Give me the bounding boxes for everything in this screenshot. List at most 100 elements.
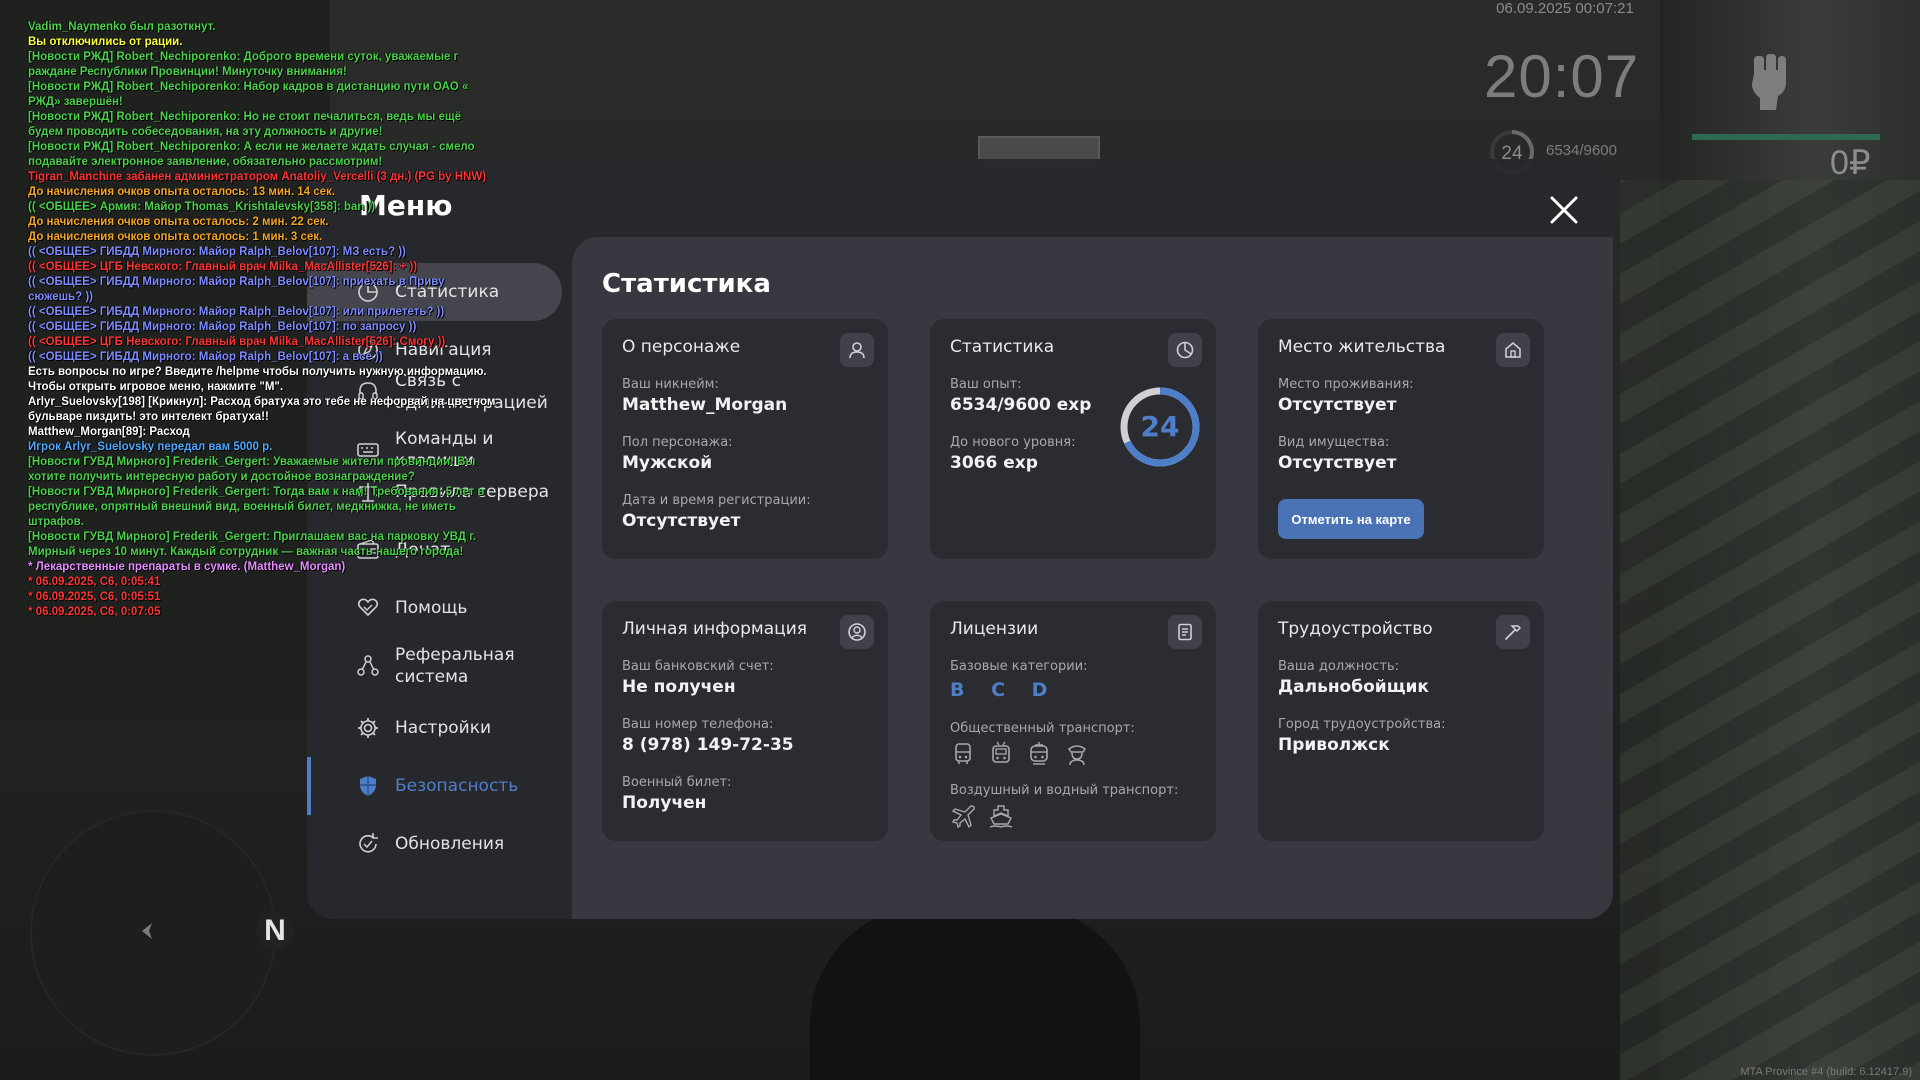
hud-clock: 20:07 [1484, 43, 1640, 110]
air-water-transport-label: Воздушный и водный транспорт: [950, 783, 1179, 798]
nav-label: Реферальная система [395, 645, 515, 687]
property-value: Отсутствует [1278, 453, 1397, 473]
build-info: MTA Province #4 (build: 6.12417.9) [1740, 1066, 1912, 1078]
chat-line: * 06.09.2025, С6, 0:05:51 [28, 591, 161, 603]
chat-line: [Новости РЖД] Robert_Nechiporenko: А есл… [28, 141, 475, 168]
chat-line: (( <ОБЩЕЕ> ЦГБ Невского: Главный врач Mi… [28, 336, 446, 348]
card-statistics: Статистика Ваш опыт: 6534/9600 exp До но… [930, 319, 1216, 559]
chat-line: [Новости РЖД] Robert_Nechiporenko: Набор… [28, 81, 469, 108]
mark-on-map-button[interactable]: Отметить на карте [1278, 499, 1424, 539]
property-label: Вид имущества: [1278, 435, 1390, 450]
chat-line: [Новости ГУВД Мирного] Frederik_Gergert:… [28, 531, 477, 558]
chat-line: Arlyr_Suelovsky[198] [Крикнул]: Расход б… [28, 396, 496, 423]
chat-line: До начисления очков опыта осталось: 1 ми… [28, 231, 323, 243]
taxi-driver-icon [1067, 745, 1087, 766]
nickname-label: Ваш никнейм: [622, 377, 719, 392]
military-label: Военный билет: [622, 775, 732, 790]
exp-label: Ваш опыт: [950, 377, 1022, 392]
card-title: Место жительства [1278, 337, 1446, 357]
hud-money: 0₽ [1830, 144, 1871, 182]
next-level-label: До нового уровня: [950, 435, 1076, 450]
reg-label: Дата и время регистрации: [622, 493, 811, 508]
chat-line: (( <ОБЩЕЕ> ГИБДД Мирного: Майор Ralph_Be… [28, 246, 406, 258]
phone-value: 8 (978) 149-72-35 [622, 735, 794, 755]
gender-value: Мужской [622, 453, 713, 473]
reg-value: Отсутствует [622, 511, 741, 531]
gender-label: Пол персонажа: [622, 435, 733, 450]
hud-health-bar [1692, 134, 1880, 140]
card-title: О персонаже [622, 337, 741, 357]
nav-label: Безопасность [395, 776, 519, 796]
public-transport-icons [950, 741, 1090, 767]
military-value: Получен [622, 793, 707, 813]
chat-log: Vadim_Naymenko был разоткнут. Вы отключил… [28, 20, 498, 620]
user-icon [840, 333, 874, 367]
hud-datetime: 06.09.2025 00:07:21 [1496, 0, 1634, 17]
air-water-transport-icons [950, 803, 1014, 829]
level-number: 24 [1140, 410, 1180, 443]
user-circle-icon [840, 615, 874, 649]
chat-line: * 06.09.2025, С6, 0:07:05 [28, 606, 161, 618]
nav-item[interactable]: Обновления [307, 815, 562, 873]
city-value: Приволжск [1278, 735, 1390, 755]
chat-line: До начисления очков опыта осталось: 13 м… [28, 186, 335, 198]
chat-line: * 06.09.2025, С6, 0:05:41 [28, 576, 161, 588]
close-icon[interactable] [1547, 193, 1581, 227]
next-level-value: 3066 exp [950, 453, 1038, 473]
bank-value: Не получен [622, 677, 736, 697]
nav-item[interactable]: Безопасность [307, 757, 562, 815]
chat-line: [Новости РЖД] Robert_Nechiporenko: Но не… [28, 111, 461, 138]
chat-line: Matthew_Morgan[89]: Расход [28, 426, 190, 438]
nav-item[interactable]: Реферальная система [307, 637, 562, 695]
shield-icon [360, 776, 376, 796]
nav-label: Обновления [395, 834, 505, 854]
position-value: Дальнобойщик [1278, 677, 1429, 697]
position-label: Ваша должность: [1278, 659, 1400, 674]
card-title: Статистика [950, 337, 1055, 357]
card-personal: Личная информация Ваш банковский счет: Н… [602, 601, 888, 841]
chat-line: Чтобы открыть игровое меню, нажмите "M". [28, 381, 284, 393]
place-value: Отсутствует [1278, 395, 1397, 415]
nav-item[interactable]: Настройки [307, 699, 562, 757]
exp-value: 6534/9600 exp [950, 395, 1092, 415]
trolleybus-icon [992, 741, 1010, 763]
chat-line: (( <ОБЩЕЕ> ЦГБ Невского: Главный врач Mi… [28, 261, 418, 273]
tram-icon [1030, 742, 1048, 765]
nickname-value: Matthew_Morgan [622, 395, 788, 415]
refresh-icon [359, 833, 378, 853]
nav-label: Настройки [395, 718, 492, 738]
chat-line: [Новости РЖД] Robert_Nechiporenko: Добро… [28, 51, 459, 78]
chat-line: * Лекарственные препараты в сумке. (Matt… [28, 561, 346, 573]
chat-line: Tigran_Manchine забанен администратором … [28, 171, 487, 183]
referral-icon [357, 655, 379, 676]
pie-chart-icon [1168, 333, 1202, 367]
chat-line: Есть вопросы по игре? Введите /helpme чт… [28, 366, 487, 378]
phone-label: Ваш номер телефона: [622, 717, 774, 732]
base-categories-label: Базовые категории: [950, 659, 1088, 674]
chat-line: (( <ОБЩЕЕ> ГИБДД Мирного: Майор Ralph_Be… [28, 276, 445, 303]
chat-line: Vadim_Naymenko был разоткнут. [28, 21, 216, 33]
game-menu: Меню Статистика Навигация Связь с админист… [307, 159, 1613, 919]
chat-line: (( <ОБЩЕЕ> ГИБДД Мирного: Майор Ralph_Be… [28, 351, 383, 363]
chat-line: До начисления очков опыта осталось: 2 ми… [28, 216, 329, 228]
world-striped-floor [1620, 180, 1920, 1080]
card-title: Личная информация [622, 619, 808, 639]
world-character-shadow [810, 905, 1140, 1080]
card-title: Лицензии [950, 619, 1039, 639]
document-icon [1168, 615, 1202, 649]
bank-label: Ваш банковский счет: [622, 659, 774, 674]
card-licenses: Лицензии Базовые категории: B C D Общест… [930, 601, 1216, 841]
chat-line: [Новости ГУВД Мирного] Frederik_Gergert:… [28, 456, 476, 483]
hud-exp: 6534/9600 [1546, 142, 1617, 159]
player-arrow-icon [142, 923, 152, 939]
stats-title: Статистика [602, 269, 771, 299]
city-label: Город трудоустройства: [1278, 717, 1446, 732]
hammer-icon [1496, 615, 1530, 649]
bus-icon [955, 743, 971, 764]
chat-line: [Новости ГУВД Мирного] Frederik_Gergert:… [28, 486, 485, 528]
card-character: О персонаже Ваш никнейм: Matthew_Morgan … [602, 319, 888, 559]
plane-icon [951, 805, 975, 829]
card-title: Трудоустройство [1278, 619, 1433, 639]
chat-line: (( <ОБЩЕЕ> Армия: Майор Thomas_Krishtale… [28, 201, 376, 213]
base-categories-value: B C D [950, 679, 1058, 701]
